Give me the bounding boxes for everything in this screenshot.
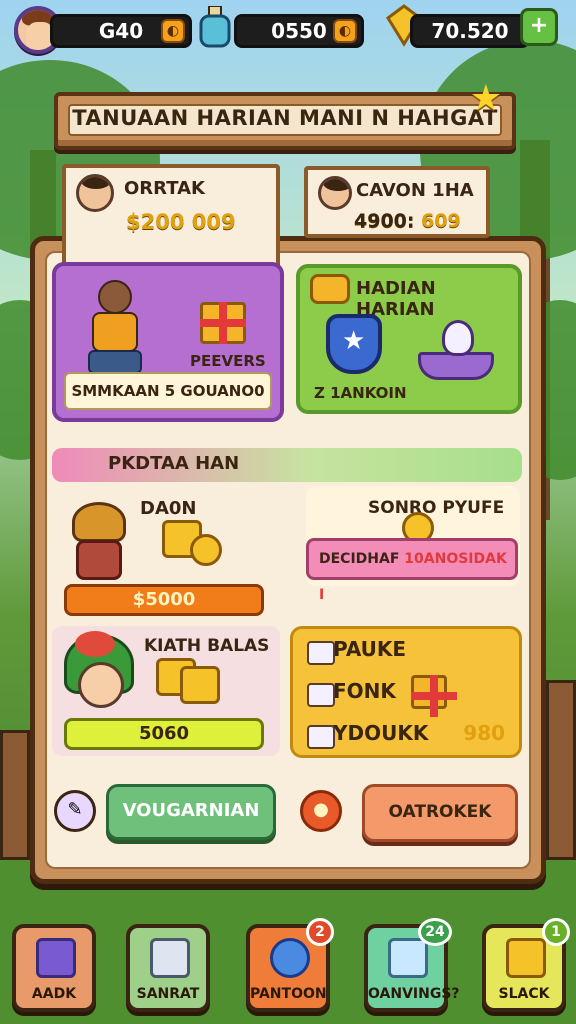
reward-row-value: 980 [463,721,506,745]
add-label: + [529,13,549,38]
coin-pile-icon [162,520,228,570]
daily-reward-title: HADIAN HARIAN [356,278,436,320]
mask-icon [307,641,335,665]
notification-badge: 24 [418,918,452,946]
shield-icon [326,314,382,374]
reward-title: KIATH BALAS [144,636,270,656]
girl-character-icon [64,631,136,714]
nav-item-aadk[interactable]: AADK [12,924,96,1012]
nav-label: SLACK [498,986,550,1002]
reward-row: FONK [333,679,396,703]
daily-chest-panel[interactable]: PEEVERS SMMKAAN 5 GOUANO0 [52,262,284,422]
nav-item-pantoon[interactable]: PANTOON 2 [246,918,334,1012]
player-card-1[interactable]: ORRTAK $200 009 [62,164,280,274]
nav-label: AADK [31,986,77,1002]
dwarf-character-icon [66,502,132,582]
gold-counter: G40 ◐ [50,14,192,48]
ticket-icon [506,938,546,978]
reward-row-label: YDOUKK [333,721,429,745]
daily-reward-footer: Z 1ANKOIN [314,384,407,402]
secondary-action-label: OATROKEK [388,802,492,822]
secondary-action-button[interactable]: OATROKEK [362,784,518,842]
book-icon [307,725,335,749]
gem-counter: 70.520 [410,14,530,48]
reward-row: YDOUKK 980 [333,721,505,745]
daily-reward-panel[interactable]: HADIAN HARIAN Z 1ANKOIN [296,264,522,414]
notification-badge: 2 [306,918,334,946]
coin-icon: ◐ [161,19,185,43]
progress-strip-label: PKDTAA HAN [108,453,240,474]
orb-button[interactable]: ● [300,790,342,832]
gold-bars-icon [156,658,222,708]
reward-progress-bar[interactable]: DECIDHAF 10ANOSIDAK I [306,538,518,603]
gold-value: G40 [98,19,144,43]
player-card-2[interactable]: CAVON 1HA 4900: 609 [304,166,490,238]
gift-box-icon [411,675,457,717]
orb-icon: ● [313,799,329,820]
nav-item-oanvings[interactable]: OANVINGS? 24 [364,918,460,1012]
whistle-icon [36,938,76,978]
primary-action-button[interactable]: VOUGARNIAN [106,784,276,840]
reward-card-right-2[interactable]: PAUKE FONK YDOUKK 980 [290,626,522,758]
coin-icon: ◐ [333,19,357,43]
reward-claim-button-1[interactable]: $5000 [64,584,264,616]
player-avatar-icon [318,176,352,210]
page-title: TANUAAN HARIAN MANI N HAHGAT [72,106,498,130]
chest-reward-label: PEEVERS [190,352,266,370]
primary-action-label: VOUGARNIAN [122,800,260,821]
reward-row-label: FONK [333,679,396,703]
progress-strip: PKDTAA HAN [52,448,522,482]
potion-counter: 0550 ◐ [234,14,364,48]
bottom-nav: AADK SANRAT PANTOON 2 OANVINGS? 24 SLACK… [8,918,570,1016]
nav-label: SANRAT [136,986,200,1002]
star-icon: ★ [469,78,502,119]
reward-value: 5060 [138,723,190,744]
add-currency-button[interactable]: + [520,8,558,46]
title-banner: TANUAAN HARIAN MANI N HAHGAT ★ [54,78,516,150]
player-name: ORRTAK [124,178,205,199]
potion-icon [199,6,231,48]
player-score: 4900: 609 [354,210,461,232]
key-icon [310,274,350,304]
cat-bathtub-icon [418,320,494,380]
nav-label: PANTOON [250,986,327,1002]
player-score-bonus: 609 [421,210,461,232]
player-avatar-icon [76,174,114,212]
scroll-icon [150,938,190,978]
nav-label: OANVINGS? [368,986,460,1002]
player-name: CAVON 1HA [356,180,474,201]
potion-value: 0550 [271,19,327,43]
star-icon [270,938,310,978]
reward-card-left-1[interactable]: DA0N [52,494,280,584]
nav-item-sanrat[interactable]: SANRAT [126,924,210,1012]
player-score-main: 4900: [354,210,415,232]
reward-row: PAUKE [333,637,406,661]
cloth-icon [388,938,428,978]
chest-progress-text: SMMKAAN 5 GOUANO0 [64,372,272,410]
info-button[interactable]: ✎ [54,790,96,832]
reward-row-label: PAUKE [333,637,407,661]
feather-icon: ✎ [67,799,83,820]
gift-box-icon [200,302,246,344]
nav-item-slack[interactable]: SLACK 1 [482,918,570,1012]
gem-value: 70.520 [431,19,509,43]
scroll-icon [307,683,335,707]
resource-bar: G40 ◐ 0550 ◐ 70.520 + [10,4,566,54]
reward-value: $5000 [132,589,196,610]
reward-title: DA0N [140,498,197,519]
notification-badge: 1 [542,918,570,946]
reward-claim-button-2[interactable]: 5060 [64,718,264,750]
runner-character-icon [78,276,152,376]
player-score: $200 009 [126,210,236,234]
reward-bar-prefix: DECIDHAF [319,551,400,567]
